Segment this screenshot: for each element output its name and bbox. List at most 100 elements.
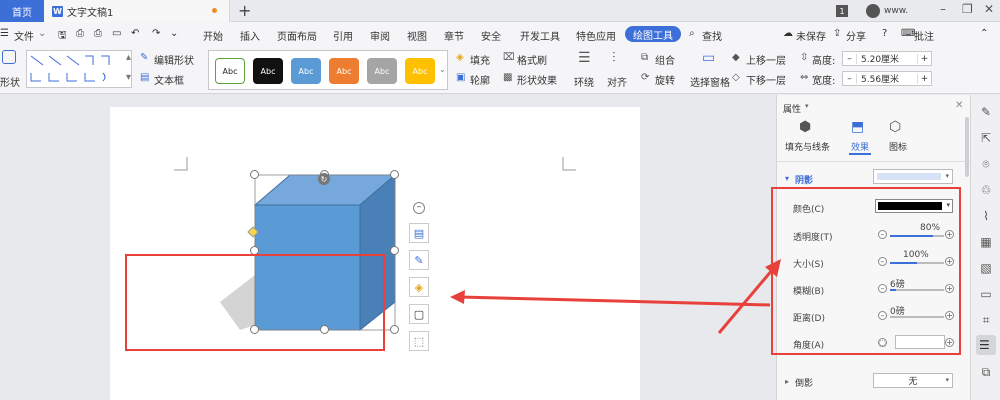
window-count-badge[interactable]: 1 [836,5,848,17]
menu-references[interactable]: 引用 [333,28,353,43]
share-button[interactable]: 分享 [846,28,866,43]
reflection-expand-icon[interactable]: ▸ [785,377,789,386]
height-decrement[interactable]: – [843,53,857,64]
fill-button[interactable]: 填充 [470,52,490,67]
minimize-button[interactable]: – [940,2,946,16]
bring-forward-icon[interactable]: ◆ [732,52,740,63]
shadow-preset-select[interactable]: ▾ [873,169,953,184]
image-icon[interactable]: ▧ [979,261,993,275]
shape-effect-button[interactable]: 形状效果 [517,72,557,87]
preview-icon[interactable]: ▭ [112,28,121,39]
text-box-icon[interactable]: ▤ [140,72,149,83]
collapse-ribbon-icon[interactable]: ⌃ [980,28,988,39]
redo-icon[interactable]: ↷ [152,28,160,39]
pen-icon[interactable]: ✎ [979,105,993,119]
selection-pane-button[interactable]: 选择窗格 [690,74,730,89]
crop-icon[interactable]: ⬚ [409,331,429,351]
style-white[interactable]: Abc [215,58,245,84]
print-icon[interactable]: ⎙ [94,28,102,39]
copy-icon[interactable]: ⧉ [979,365,993,379]
bring-forward-button[interactable]: 上移一层 [746,52,786,67]
width-decrement[interactable]: – [843,73,857,84]
width-field[interactable]: – 5.56厘米 + [842,71,932,86]
undo-icon[interactable]: ↶ [131,28,139,39]
doc-icon[interactable]: ▭ [979,287,993,301]
style-orange[interactable]: Abc [329,58,359,84]
menu-file[interactable]: 文件 [14,28,34,43]
style-gallery-more-icon[interactable]: ⌄ [439,65,446,74]
user-account[interactable]: www. [866,4,908,18]
menu-start[interactable]: 开始 [203,28,223,43]
style-blue[interactable]: Abc [291,58,321,84]
search-icon[interactable]: ⌕ [689,28,695,39]
resize-handle[interactable] [250,170,259,179]
combine-icon[interactable]: ⧉ [641,52,648,63]
hamburger-icon[interactable]: ☰ [0,28,9,39]
menu-security[interactable]: 安全 [481,28,501,43]
menu-chapter[interactable]: 章节 [444,28,464,43]
help-icon[interactable]: ? [882,28,887,39]
gallery-more-icon[interactable]: ▾ [126,72,131,83]
outline-square-icon[interactable]: ▢ [409,304,429,324]
home-tab[interactable]: 首页 [0,0,44,22]
style-gray[interactable]: Abc [367,58,397,84]
panel-title-dropdown-icon[interactable]: ▾ [805,102,809,110]
resize-handle[interactable] [390,170,399,179]
export-pdf-icon[interactable]: ⎙ [76,28,84,39]
align-icon[interactable]: ⫶ [612,50,616,66]
chevron-down-icon[interactable]: ⌄ [38,28,46,39]
align-button[interactable]: 对齐 [607,74,627,89]
menu-review[interactable]: 审阅 [370,28,390,43]
style-black[interactable]: Abc [253,58,283,84]
new-tab-button[interactable]: + [238,1,251,20]
height-increment[interactable]: + [917,53,931,64]
translate-icon[interactable]: ⌗ [979,313,993,327]
collapse-toolbar-icon[interactable]: – [413,202,425,214]
tab-fill-line[interactable]: 填充与线条 [785,140,830,153]
width-value[interactable]: 5.56厘米 [857,72,917,85]
menu-dev-tools[interactable]: 开发工具 [520,28,560,43]
height-value[interactable]: 5.20厘米 [857,52,917,65]
style-gold[interactable]: Abc [405,58,435,84]
menu-insert[interactable]: 插入 [240,28,260,43]
resize-handle[interactable] [390,246,399,255]
reflection-select[interactable]: 无 ▾ [873,373,953,388]
save-icon[interactable]: 🖫 [58,28,67,45]
properties-toggle[interactable]: ☰ [976,335,996,355]
format-brush-icon[interactable]: ⌧ [503,52,515,63]
edit-shape-button[interactable]: 编辑形状 [154,52,194,67]
menu-drawing-tools[interactable]: 绘图工具 [625,26,681,42]
tab-icons[interactable]: 图标 [889,140,907,153]
quick-access-more-icon[interactable]: ⌄ [170,28,178,39]
menu-page-layout[interactable]: 页面布局 [277,28,317,43]
outline-button[interactable]: 轮廓 [470,72,490,87]
recycle-icon[interactable]: ♲ [979,183,993,197]
shadow-section-label[interactable]: 阴影 [795,173,813,186]
shape-label[interactable]: 形状 [0,74,20,89]
edit-shape-icon[interactable]: ✎ [140,52,148,63]
rotate-handle-icon[interactable]: ↻ [318,173,330,185]
height-field[interactable]: – 5.20厘米 + [842,51,932,66]
menu-featured-apps[interactable]: 特色应用 [576,28,616,43]
restore-button[interactable]: ❐ [962,2,973,16]
unsaved-status[interactable]: 未保存 [796,28,826,43]
unsaved-icon[interactable]: ☁ [783,28,793,39]
share-icon[interactable]: ⇪ [833,28,841,39]
gallery-scroll-up-icon[interactable]: ▴ [126,52,131,63]
tab-effects[interactable]: 效果 [851,140,869,153]
wrap-icon[interactable]: ☰ [578,50,591,66]
panel-scrollbar[interactable] [965,117,969,177]
shape-effect-icon[interactable]: ▩ [503,72,512,83]
fill-bucket-icon[interactable]: ◈ [409,277,429,297]
menu-view[interactable]: 视图 [407,28,427,43]
rotate-button[interactable]: 旋转 [655,72,675,87]
shadow-expand-icon[interactable]: ▾ [785,174,789,183]
pointer-icon[interactable]: ⇱ [979,131,993,145]
close-button[interactable]: ✕ [984,2,994,16]
style-pen-icon[interactable]: ✎ [409,250,429,270]
brush-icon[interactable]: ⌇ [979,209,993,223]
format-brush-button[interactable]: 格式刷 [517,52,547,67]
panel-close-icon[interactable]: ✕ [955,100,963,111]
icons-icon[interactable]: ⬡ [889,119,901,135]
comment-button[interactable]: 批注 [914,28,934,43]
